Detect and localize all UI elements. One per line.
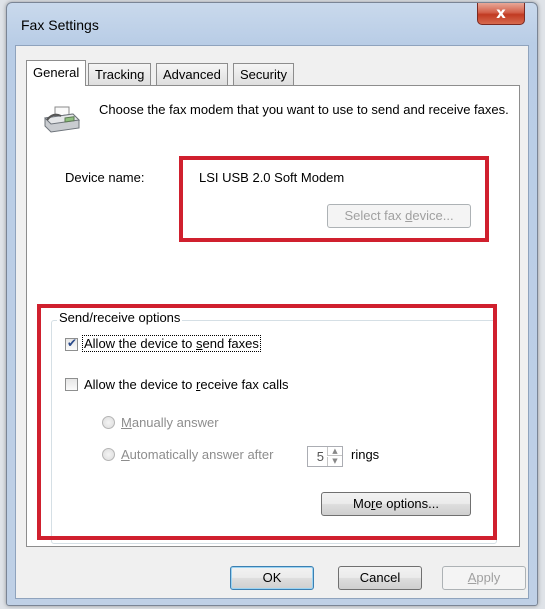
- apply-button-text-end: pply: [476, 570, 501, 585]
- tab-security[interactable]: Security: [233, 63, 294, 85]
- title-bar[interactable]: Fax Settings x: [7, 3, 537, 43]
- tab-general[interactable]: General: [26, 60, 87, 86]
- window-title: Fax Settings: [21, 17, 99, 33]
- tab-advanced[interactable]: Advanced: [156, 63, 228, 85]
- tab-general-label: General: [33, 65, 80, 80]
- fax-machine-icon: [43, 106, 81, 133]
- dialog-client-area: General Tracking Advanced Security Choos…: [15, 45, 529, 599]
- highlight-box-send-receive: [37, 304, 497, 540]
- fax-settings-window: Fax Settings x General Tracking Advanced…: [6, 2, 538, 606]
- highlight-box-device: [179, 156, 489, 242]
- tab-tracking-label: Tracking: [95, 67, 145, 82]
- tab-advanced-label: Advanced: [163, 67, 221, 82]
- cancel-button[interactable]: Cancel: [338, 566, 422, 590]
- device-name-label: Device name:: [65, 170, 145, 185]
- tab-tracking[interactable]: Tracking: [88, 63, 152, 85]
- intro-text: Choose the fax modem that you want to us…: [99, 102, 509, 117]
- tab-security-label: Security: [240, 67, 287, 82]
- close-icon: x: [496, 4, 506, 22]
- ok-button[interactable]: OK: [230, 566, 314, 590]
- apply-button[interactable]: Apply: [442, 566, 526, 590]
- ok-button-label: OK: [262, 570, 282, 585]
- general-tab-panel: Choose the fax modem that you want to us…: [26, 85, 520, 547]
- cancel-button-label: Cancel: [359, 570, 401, 585]
- close-button[interactable]: x: [477, 3, 525, 25]
